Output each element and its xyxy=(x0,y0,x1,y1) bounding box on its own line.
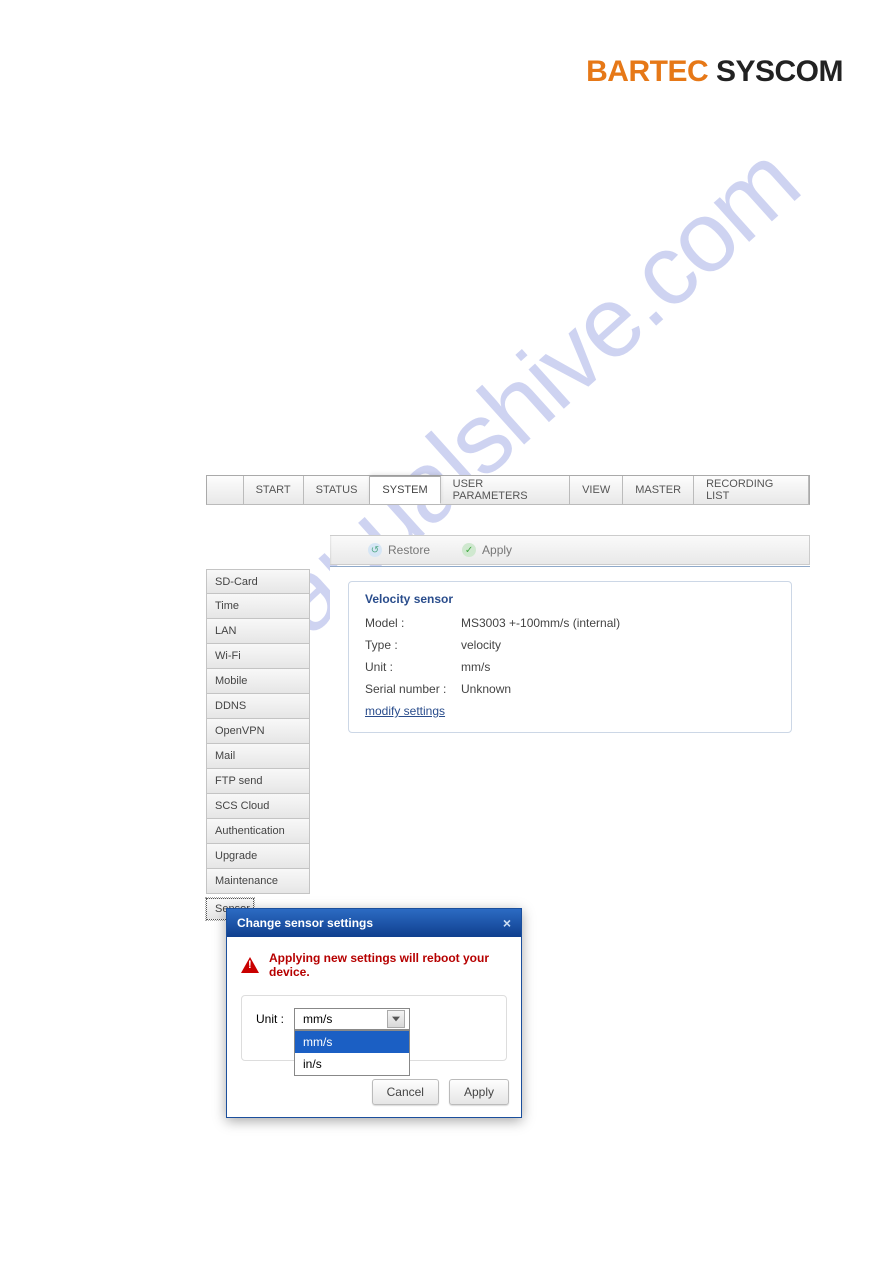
model-value: MS3003 +-100mm/s (internal) xyxy=(461,616,620,630)
tab-master[interactable]: MASTER xyxy=(623,476,694,504)
restore-icon: ↺ xyxy=(368,543,382,557)
main-area: ↺ Restore ✓ Apply Velocity sensor Model … xyxy=(310,505,810,925)
modify-settings-link[interactable]: modify settings xyxy=(365,704,445,718)
chevron-down-icon[interactable] xyxy=(387,1010,405,1028)
tab-view[interactable]: VIEW xyxy=(570,476,623,504)
warning-icon xyxy=(241,957,259,973)
model-label: Model : xyxy=(365,616,461,630)
sidebar-item-authentication[interactable]: Authentication xyxy=(206,819,310,844)
restore-label: Restore xyxy=(388,543,430,557)
content-toolbar: ↺ Restore ✓ Apply xyxy=(330,535,810,565)
dialog-apply-button[interactable]: Apply xyxy=(449,1079,509,1105)
unit-option-ins[interactable]: in/s xyxy=(295,1053,409,1075)
unit-label: Unit : xyxy=(365,660,461,674)
sidebar-item-lan[interactable]: LAN xyxy=(206,619,310,644)
sidebar-item-scscloud[interactable]: SCS Cloud xyxy=(206,794,310,819)
sidebar-item-mail[interactable]: Mail xyxy=(206,744,310,769)
warning-row: Applying new settings will reboot your d… xyxy=(241,951,507,979)
unit-dropdown: mm/s in/s xyxy=(294,1030,410,1076)
cancel-button[interactable]: Cancel xyxy=(372,1079,439,1105)
tab-user-parameters[interactable]: USER PARAMETERS xyxy=(441,476,570,504)
sidebar-item-sdcard[interactable]: SD-Card xyxy=(206,569,310,594)
system-sidebar: SD-Card Time LAN Wi-Fi Mobile DDNS OpenV… xyxy=(206,569,310,925)
change-sensor-settings-dialog: Change sensor settings × Applying new se… xyxy=(226,908,522,1118)
restore-button[interactable]: ↺ Restore xyxy=(368,543,430,557)
dialog-unit-label: Unit : xyxy=(256,1012,284,1026)
apply-button[interactable]: ✓ Apply xyxy=(462,543,512,557)
sidebar-item-wifi[interactable]: Wi-Fi xyxy=(206,644,310,669)
close-icon[interactable]: × xyxy=(503,915,511,931)
apply-label: Apply xyxy=(482,543,512,557)
sidebar-item-mobile[interactable]: Mobile xyxy=(206,669,310,694)
unit-option-mms[interactable]: mm/s xyxy=(295,1031,409,1053)
unit-select-value: mm/s xyxy=(303,1012,332,1026)
check-icon: ✓ xyxy=(462,543,476,557)
unit-value: mm/s xyxy=(461,660,490,674)
unit-fieldset: Unit : mm/s mm/s in/s xyxy=(241,995,507,1061)
brand-logo: BARTEC SYSCOM xyxy=(586,55,843,89)
app-screenshot: START STATUS SYSTEM USER PARAMETERS VIEW… xyxy=(206,475,810,925)
tab-spacer xyxy=(207,476,244,504)
main-tabbar: START STATUS SYSTEM USER PARAMETERS VIEW… xyxy=(206,475,810,505)
sidebar-item-time[interactable]: Time xyxy=(206,594,310,619)
tab-system[interactable]: SYSTEM xyxy=(370,476,440,504)
type-label: Type : xyxy=(365,638,461,652)
warning-text: Applying new settings will reboot your d… xyxy=(269,951,507,979)
panel-title: Velocity sensor xyxy=(365,592,775,606)
tab-recording-list[interactable]: RECORDING LIST xyxy=(694,476,809,504)
sidebar-item-upgrade[interactable]: Upgrade xyxy=(206,844,310,869)
sidebar-item-ftpsend[interactable]: FTP send xyxy=(206,769,310,794)
dialog-titlebar: Change sensor settings × xyxy=(227,909,521,937)
dialog-title-text: Change sensor settings xyxy=(237,916,373,930)
logo-bartec: BARTEC xyxy=(586,55,708,88)
sidebar-item-ddns[interactable]: DDNS xyxy=(206,694,310,719)
sidebar-item-openvpn[interactable]: OpenVPN xyxy=(206,719,310,744)
content-panel: Velocity sensor Model : MS3003 +-100mm/s… xyxy=(330,566,810,726)
tab-start[interactable]: START xyxy=(244,476,304,504)
serial-value: Unknown xyxy=(461,682,511,696)
logo-syscom: SYSCOM xyxy=(708,55,843,88)
type-value: velocity xyxy=(461,638,501,652)
sidebar-item-maintenance[interactable]: Maintenance xyxy=(206,869,310,894)
tab-status[interactable]: STATUS xyxy=(304,476,371,504)
unit-select[interactable]: mm/s mm/s in/s xyxy=(294,1008,410,1030)
serial-label: Serial number : xyxy=(365,682,461,696)
